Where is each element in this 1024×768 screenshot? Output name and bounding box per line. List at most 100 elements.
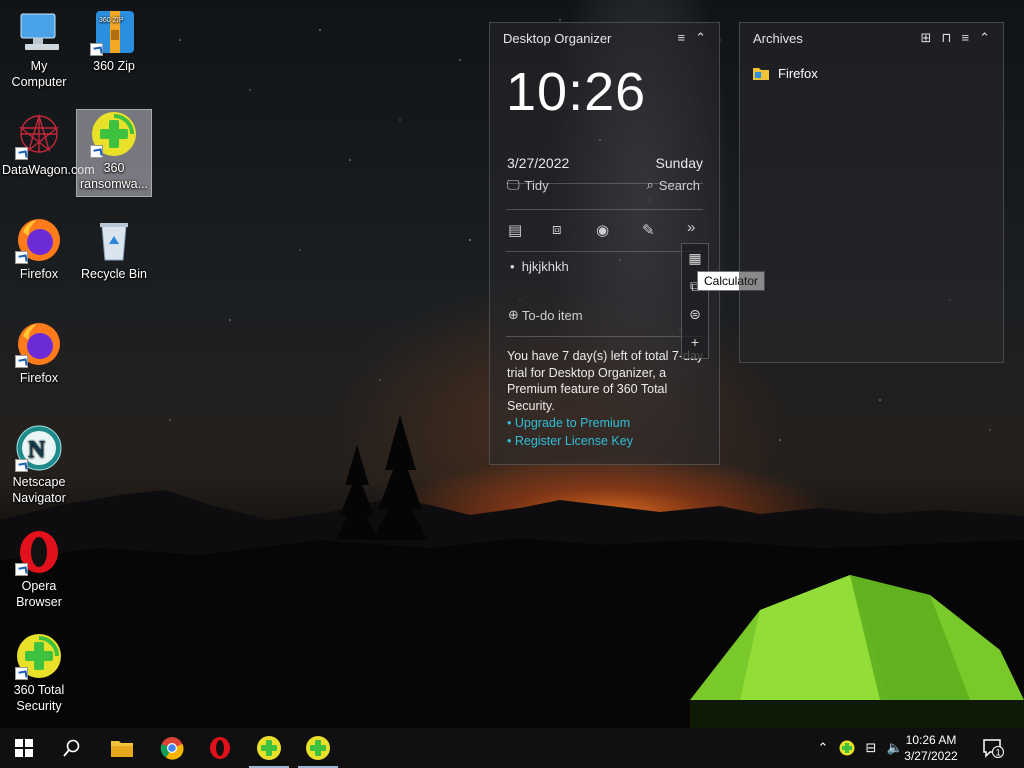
desktop-icon-firefox[interactable]: Firefox [2,216,76,282]
calculator-icon[interactable]: ▦ [682,244,708,272]
collapse-chevron-icon[interactable]: ⌃ [979,30,990,46]
organizer-title: Desktop Organizer [503,30,612,46]
eye-icon[interactable]: ◉ [596,221,609,239]
crop-icon[interactable]: ⧈ [552,221,562,238]
360-plus-icon [90,110,138,158]
clock-time: 10:26 [506,62,647,122]
desktop-icon-label: Netscape Navigator [12,475,66,505]
desktop-icon-label: Opera Browser [16,579,62,609]
start-button[interactable] [0,728,48,768]
archives-title: Archives [753,30,803,46]
more-chevrons-icon[interactable]: » [687,219,695,236]
tray-clock[interactable]: 10:26 AM 3/27/2022 [896,732,966,764]
notification-center-button[interactable]: 1 [978,728,1008,768]
desktop-icon-opera[interactable]: Opera Browser [2,528,76,610]
monitor-icon: 🖵 [507,177,520,192]
box-icon[interactable]: ⊜ [682,300,708,328]
menu-icon[interactable]: ≡ [962,30,970,46]
opera-icon [15,528,63,576]
shortcut-arrow-icon [15,563,28,576]
taskbar-360-app[interactable] [245,728,293,768]
lock-icon[interactable]: ⊓ [941,30,951,46]
todo-item[interactable]: • hjkjkhkh [510,259,569,274]
360-plus-icon [257,736,281,760]
recycle-bin-icon [90,216,138,264]
clock-day: Sunday [655,155,703,171]
folder-icon [753,68,769,80]
todo-item-text: hjkjkhkh [521,259,569,274]
divider [506,336,703,337]
search-label: Search [658,177,700,193]
shortcut-arrow-icon [15,355,28,368]
taskbar-chrome[interactable] [148,728,196,768]
upgrade-premium-link[interactable]: • Upgrade to Premium [507,414,707,432]
shortcut-arrow-icon [15,147,28,160]
windows-icon [15,739,33,757]
tidy-label: Tidy [524,177,549,193]
opera-icon [210,737,230,759]
notes-icon[interactable]: ▤ [508,221,522,239]
menu-icon[interactable]: ≡ [678,30,686,46]
tray-360-icon[interactable] [836,728,858,768]
desktop-icon-netscape[interactable]: N Netscape Navigator [2,424,76,506]
folder-icon [111,741,133,757]
desktop-icon-360-ransomware[interactable]: 360 ransomwa... [76,109,152,197]
tray-overflow-chevron-icon[interactable]: ⌃ [813,728,833,768]
add-todo-button[interactable]: ⊕ To-do item [508,307,583,323]
desktop-icon-360-total-security[interactable]: 360 Total Security [2,632,76,714]
360-plus-icon [15,632,63,680]
network-icon[interactable]: ⊟ [860,728,882,768]
taskbar-file-explorer[interactable] [98,728,146,768]
notification-count: 1 [996,748,1001,758]
desktop-icon-label: My Computer [11,59,67,89]
desktop-icon-my-computer[interactable]: My Computer [2,8,76,90]
search-button[interactable]: ⌕ Search [647,177,700,193]
search-icon [63,739,80,757]
zip-icon: 360 ZIP [90,8,138,56]
netscape-glyph: N [28,437,46,463]
desktop-icon-label: 360 ransomwa... [79,161,149,191]
shortcut-arrow-icon [90,145,103,158]
add-todo-label: To-do item [521,307,583,323]
desktop-icon-recycle-bin[interactable]: Recycle Bin [77,216,151,282]
archive-item[interactable]: Firefox [752,65,818,81]
taskbar-opera[interactable] [196,728,244,768]
desktop-icon-360-zip[interactable]: 360 ZIP 360 Zip [77,8,151,74]
tray-time: 10:26 AM [905,733,957,747]
desktop-icon-label: Firefox [19,371,59,385]
netscape-icon: N [15,424,63,472]
collapse-chevron-icon[interactable]: ⌃ [695,30,706,46]
tidy-button[interactable]: 🖵 Tidy [507,177,549,193]
search-button[interactable] [48,728,96,768]
add-circle-icon: ⊕ [508,307,519,322]
organizer-header: Desktop Organizer ≡ ⌃ [490,23,719,53]
shortcut-arrow-icon [15,251,28,264]
datawagon-icon [15,112,63,160]
taskbar-360-app-2[interactable] [294,728,342,768]
desktop-icon-firefox-2[interactable]: Firefox [2,320,76,386]
archives-panel: Archives ⊞ ⊓ ≡ ⌃ Firefox [739,22,1004,363]
grid-view-icon[interactable]: ⊞ [920,30,931,46]
taskbar: ⌃ ⊟ 🔈 10:26 AM 3/27/2022 1 [0,728,1024,768]
firefox-icon [15,320,63,368]
register-license-link[interactable]: • Register License Key [507,432,707,450]
desktop-icon-label: Firefox [19,267,59,281]
360-plus-icon [306,736,330,760]
shortcut-arrow-icon [15,459,28,472]
archive-item-label: Firefox [778,65,818,81]
desktop-icon-label: 360 Zip [93,59,135,73]
quick-tools-strip: ▦ ⧉ ⊜ + [681,243,709,359]
desktop-icon-label: DataWagon.com [2,163,95,177]
clock-date: 3/27/2022 [507,155,570,171]
search-icon: ⌕ [646,177,654,192]
desktop-icon-label: Recycle Bin [81,267,147,281]
add-tool-icon[interactable]: + [682,328,708,356]
divider [506,209,703,210]
desktop-icon-label: 360 Total Security [13,683,65,713]
tray-date: 3/27/2022 [904,749,958,763]
tent-illustration [690,575,1024,728]
edit-icon[interactable]: ✎ [642,221,655,239]
zip-badge: 360 ZIP [99,17,124,24]
computer-icon [15,8,63,56]
desktop-icon-datawagon[interactable]: DataWagon.com [2,112,95,178]
